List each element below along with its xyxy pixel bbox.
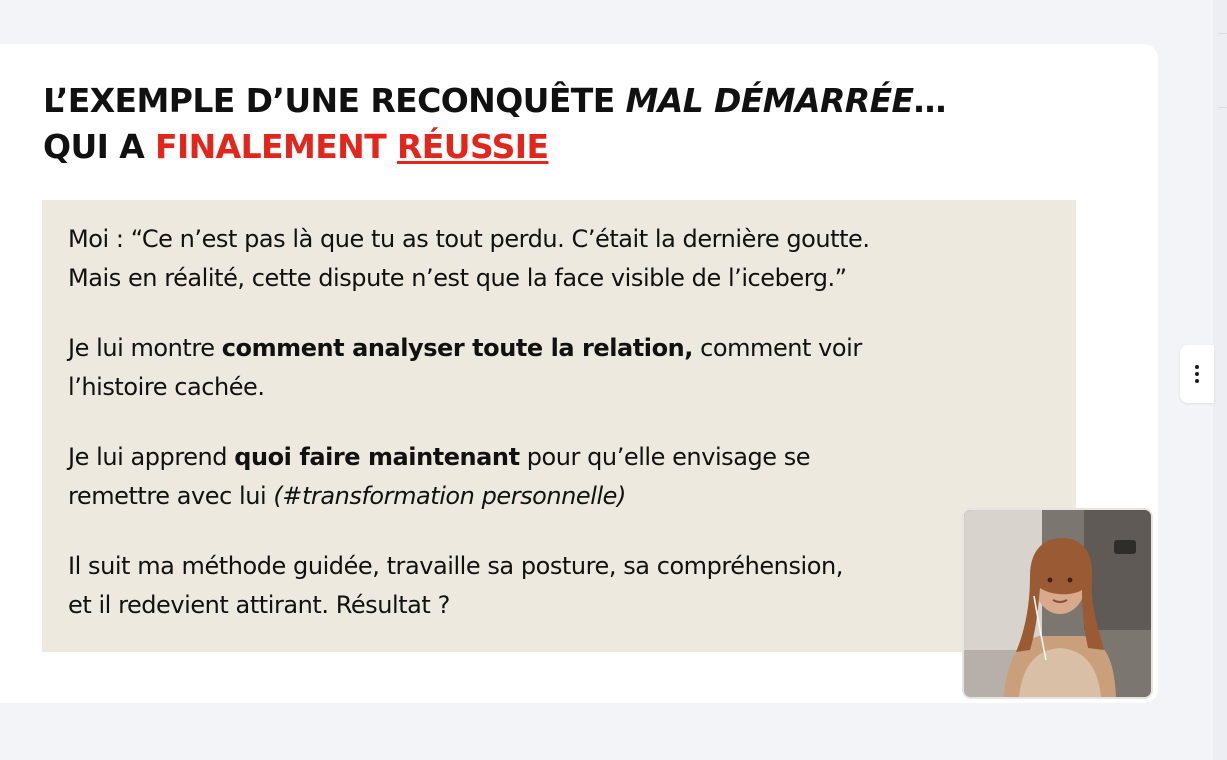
title-red-underlined-text: RÉUSSIE <box>397 127 549 166</box>
more-vertical-icon <box>1195 365 1199 383</box>
presenter-webcam-icon <box>964 510 1151 697</box>
presenter-video-tile[interactable] <box>964 510 1151 697</box>
text-line: Je lui montre comment analyser toute la … <box>68 329 1068 368</box>
text-line: Je lui apprend quoi faire maintenant pou… <box>68 438 1068 477</box>
text-run: pour qu’elle envisage se <box>519 443 811 471</box>
more-options-button[interactable] <box>1180 345 1214 403</box>
title-italic-text: MAL DÉMARRÉE <box>625 81 915 120</box>
paragraph-dialogue: Moi : “Ce n’est pas là que tu as tout pe… <box>68 220 1068 298</box>
text-run: Je lui montre <box>68 334 222 362</box>
paragraph-result: Il suit ma méthode guidée, travaille sa … <box>68 547 1068 625</box>
text-line: Mais en réalité, cette dispute n’est que… <box>68 264 847 292</box>
title-ellipsis: … <box>913 81 946 120</box>
title-text: L’EXEMPLE D’UNE RECONQUÊTE <box>43 81 626 120</box>
text-run: comment voir <box>692 334 862 362</box>
quote-content-box: Moi : “Ce n’est pas là que tu as tout pe… <box>42 200 1076 652</box>
bold-text: comment analyser toute la relation, <box>221 334 694 362</box>
bold-text: quoi faire maintenant <box>234 443 520 471</box>
text-line: Moi : “Ce n’est pas là que tu as tout pe… <box>68 225 870 253</box>
right-panel-edge <box>1213 0 1227 760</box>
paragraph-analysis: Je lui montre comment analyser toute la … <box>68 329 1068 407</box>
text-run: Je lui apprend <box>68 443 235 471</box>
panel-divider <box>1218 33 1227 34</box>
text-line: Il suit ma méthode guidée, travaille sa … <box>68 552 843 580</box>
text-line: et il redevient attirant. Résultat ? <box>68 591 450 619</box>
slide-title: L’EXEMPLE D’UNE RECONQUÊTE MAL DÉMARRÉE…… <box>43 78 946 170</box>
title-text: QUI A <box>43 127 156 166</box>
title-space <box>386 127 397 166</box>
text-line: l’histoire cachée. <box>68 373 265 401</box>
slide-title-line-2: QUI A FINALEMENT RÉUSSIE <box>43 124 946 170</box>
text-run: remettre avec lui <box>68 482 274 510</box>
slide-title-line-1: L’EXEMPLE D’UNE RECONQUÊTE MAL DÉMARRÉE… <box>43 78 946 124</box>
paragraph-next-steps: Je lui apprend quoi faire maintenant pou… <box>68 438 1068 516</box>
text-line: remettre avec lui (#transformation perso… <box>68 477 1068 516</box>
italic-text: (#transformation personnelle) <box>273 482 626 510</box>
title-red-text: FINALEMENT <box>155 127 387 166</box>
panel-divider <box>1218 107 1227 108</box>
